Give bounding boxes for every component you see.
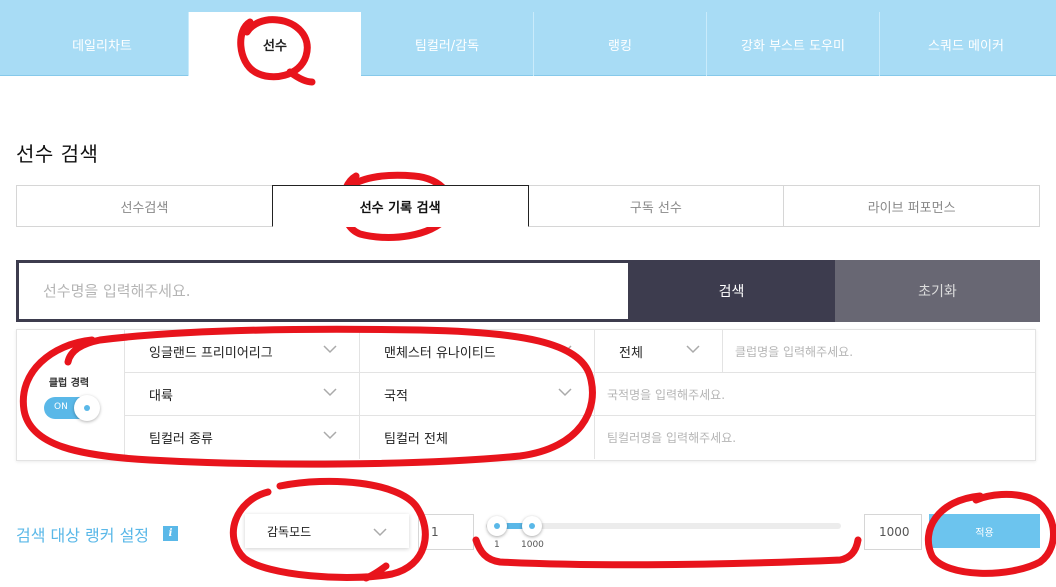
tab-players[interactable]: 선수 — [189, 12, 361, 76]
info-icon[interactable]: i — [163, 526, 178, 541]
chevron-down-icon — [686, 344, 700, 354]
chevron-down-icon — [558, 344, 572, 354]
filter-panel: 클럽 경력 ON 잉글랜드 프리미어리그 맨체스터 유나이티드 전체 클럽명을 … — [16, 329, 1036, 461]
tab-ranking[interactable]: 랭킹 — [534, 12, 707, 76]
chevron-down-icon — [323, 430, 337, 440]
rank-max-input[interactable] — [864, 514, 922, 550]
club-scope-select[interactable]: 전체 — [595, 330, 723, 373]
teamcolor-select[interactable]: 팀컬러 전체 — [360, 416, 595, 459]
search-button[interactable]: 검색 — [628, 260, 835, 322]
nationality-name-input[interactable] — [595, 373, 1035, 416]
apply-button[interactable]: 적용 — [929, 514, 1040, 548]
teamcolor-name-input[interactable] — [595, 416, 1035, 459]
sub-tabs: 선수검색 선수 기록 검색 구독 선수 라이브 퍼포먼스 — [16, 185, 1040, 227]
mode-select[interactable]: 감독모드 — [245, 514, 409, 548]
teamcolor-type-select[interactable]: 팀컬러 종류 — [125, 416, 360, 459]
club-scope-value: 전체 — [619, 346, 643, 361]
chevron-down-icon — [373, 526, 387, 540]
mode-select-value: 감독모드 — [267, 524, 312, 539]
continent-select[interactable]: 대륙 — [125, 373, 360, 416]
continent-select-value: 대륙 — [149, 389, 173, 404]
teamcolor-filter-row: 팀컬러 종류 팀컬러 전체 — [125, 416, 1035, 459]
teamcolor-select-value: 팀컬러 전체 — [384, 432, 448, 447]
club-select[interactable]: 맨체스터 유나이티드 — [360, 330, 595, 373]
rank-slider-max-handle[interactable] — [522, 516, 542, 536]
chevron-down-icon — [558, 387, 572, 397]
tab-boost-helper[interactable]: 강화 부스트 도우미 — [707, 12, 880, 76]
teamcolor-type-value: 팀컬러 종류 — [149, 432, 213, 447]
ranker-setting-title: 검색 대상 랭커 설정 — [16, 526, 150, 545]
subtab-subscribed-players[interactable]: 구독 선수 — [527, 185, 785, 227]
nationality-select[interactable]: 국적 — [360, 373, 595, 416]
subtab-player-record-search[interactable]: 선수 기록 검색 — [271, 185, 529, 227]
chevron-down-icon — [323, 344, 337, 354]
subtab-player-search[interactable]: 선수검색 — [16, 185, 273, 227]
filter-rows: 잉글랜드 프리미어리그 맨체스터 유나이티드 전체 대륙 국적 — [125, 330, 1035, 460]
chevron-down-icon — [323, 387, 337, 397]
search-row: 검색 초기화 — [16, 260, 1040, 322]
club-name-input[interactable] — [723, 330, 1035, 373]
league-select[interactable]: 잉글랜드 프리미어리그 — [125, 330, 360, 373]
reset-button[interactable]: 초기화 — [835, 260, 1040, 322]
tab-squad-maker[interactable]: 스쿼드 메이커 — [880, 12, 1052, 76]
club-career-cell: 클럽 경력 ON — [17, 330, 125, 460]
page-title: 선수 검색 — [16, 142, 99, 166]
nationality-select-value: 국적 — [384, 389, 408, 404]
top-tabs: 데일리차트 선수 팀컬러/감독 랭킹 강화 부스트 도우미 스쿼드 메이커 — [16, 12, 1052, 76]
club-select-value: 맨체스터 유나이티드 — [384, 346, 496, 361]
subtab-live-performance[interactable]: 라이브 퍼포먼스 — [783, 185, 1040, 227]
rank-min-input[interactable] — [418, 514, 474, 550]
club-career-label: 클럽 경력 — [48, 378, 90, 389]
slider-max-label: 1000 — [521, 540, 544, 550]
rank-slider-min-handle[interactable] — [487, 516, 507, 536]
club-career-toggle[interactable]: ON — [44, 395, 100, 421]
player-name-input[interactable] — [16, 260, 628, 322]
top-nav-bar: 데일리차트 선수 팀컬러/감독 랭킹 강화 부스트 도우미 스쿼드 메이커 — [0, 0, 1056, 76]
toggle-on-label: ON — [54, 402, 68, 412]
toggle-knob — [74, 395, 100, 421]
league-select-value: 잉글랜드 프리미어리그 — [149, 346, 273, 361]
slider-min-label: 1 — [494, 540, 500, 550]
tab-daily-chart[interactable]: 데일리차트 — [16, 12, 189, 76]
nationality-filter-row: 대륙 국적 — [125, 373, 1035, 416]
club-filter-row: 잉글랜드 프리미어리그 맨체스터 유나이티드 전체 — [125, 330, 1035, 373]
tab-teamcolor-manager[interactable]: 팀컬러/감독 — [361, 12, 534, 76]
